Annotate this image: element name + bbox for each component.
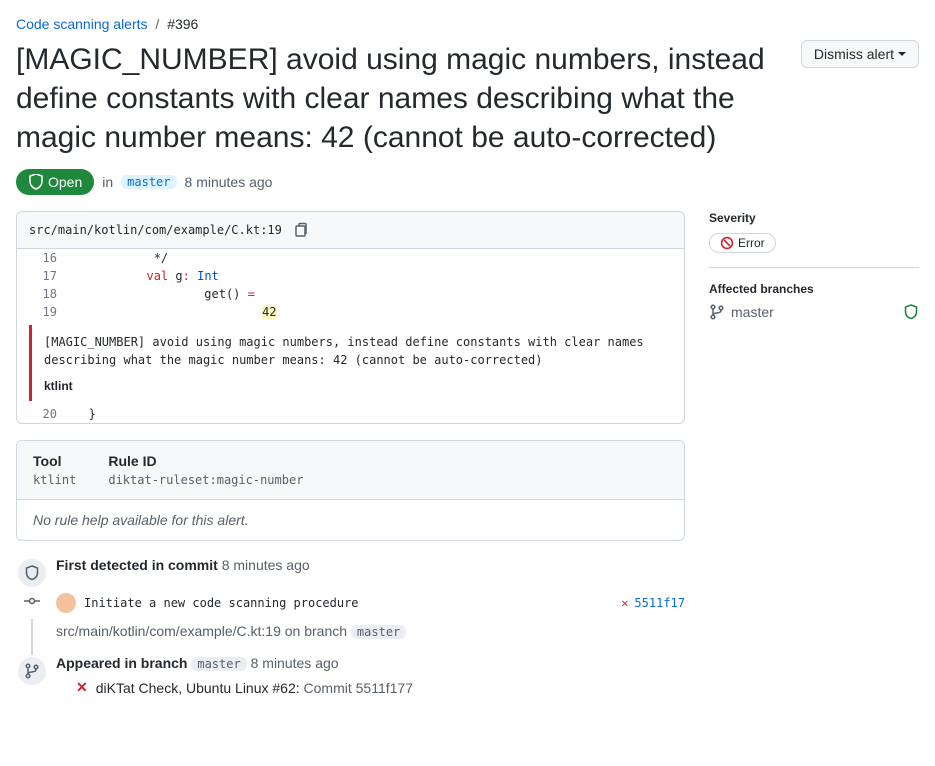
line-code: } [67,405,684,423]
x-icon[interactable]: ✕ [76,679,88,696]
line-number: 20 [17,405,67,423]
commit-file-path: src/main/kotlin/com/example/C.kt:19 [56,623,281,639]
affected-branches-section: Affected branches master [709,282,919,320]
status-branch-pill[interactable]: master [121,175,176,189]
first-detected-time: 8 minutes ago [222,557,310,573]
rule-col: Rule ID diktat-ruleset:magic-number [108,453,303,487]
line-number: 16 [17,249,67,267]
breadcrumb-separator: / [155,16,159,32]
status-time: 8 minutes ago [185,174,273,190]
severity-heading: Severity [709,211,919,225]
code-lines: 16 */17 val g: Int18 get() =19 42 [17,249,684,321]
dismiss-alert-label: Dismiss alert [814,46,894,62]
git-branch-icon [24,663,40,679]
rule-meta-row: Tool ktlint Rule ID diktat-ruleset:magic… [17,441,684,500]
rule-meta-panel: Tool ktlint Rule ID diktat-ruleset:magic… [16,440,685,541]
code-line: 19 42 [17,303,684,321]
inline-alert-message: [MAGIC_NUMBER] avoid using magic numbers… [29,325,672,401]
avatar[interactable] [56,593,76,613]
line-code: val g: Int [67,267,684,285]
commit-message[interactable]: Initiate a new code scanning procedure [84,596,613,610]
line-code: get() = [67,285,684,303]
severity-value: Error [738,236,765,250]
timeline: First detected in commit 8 minutes ago I… [16,557,685,696]
shield-icon [903,304,919,320]
affected-branch-name[interactable]: master [731,304,774,320]
breadcrumb-parent-link[interactable]: Code scanning alerts [16,16,148,32]
appeared-label: Appeared in branch [56,655,187,671]
sidebar: Severity Error Affected branches master [709,211,919,320]
shield-icon [28,174,44,190]
shield-icon [24,565,40,581]
commit-branch-pill[interactable]: master [351,625,406,639]
status-row: Open in master 8 minutes ago [16,169,919,195]
line-number: 19 [17,303,67,321]
commit-file-path-row: src/main/kotlin/com/example/C.kt:19 on b… [56,623,685,639]
code-lines-after: 20 } [17,405,684,423]
caret-down-icon [898,52,906,56]
rule-label: Rule ID [108,453,303,469]
commit-icon [24,593,40,609]
state-label: Open [48,174,82,190]
check-name[interactable]: diKTat Check, Ubuntu Linux #62: Commit 5… [96,680,413,696]
tool-value: ktlint [33,473,76,487]
copy-path-button[interactable] [290,220,310,240]
code-panel: src/main/kotlin/com/example/C.kt:19 16 *… [16,211,685,424]
file-path: src/main/kotlin/com/example/C.kt:19 [29,223,282,237]
copy-icon [292,222,308,238]
first-detected-label: First detected in commit [56,557,218,573]
alert-title: [MAGIC_NUMBER] avoid using magic numbers… [16,40,785,157]
breadcrumb: Code scanning alerts / #396 [16,16,919,32]
dismiss-alert-button[interactable]: Dismiss alert [801,40,919,68]
timeline-connector [31,619,33,655]
timeline-badge-commit [20,589,44,613]
code-line: 17 val g: Int [17,267,684,285]
code-line: 20 } [17,405,684,423]
line-code: 42 [67,303,684,321]
line-number: 17 [17,267,67,285]
affected-branches-heading: Affected branches [709,282,919,296]
timeline-badge-shield [16,557,48,589]
appeared-time: 8 minutes ago [251,655,339,671]
line-code: */ [67,249,684,267]
state-badge-open: Open [16,169,94,195]
appeared-branch-pill[interactable]: master [191,657,246,671]
affected-branch-row: master [709,304,919,320]
appeared-title-row: Appeared in branch master 8 minutes ago [56,655,685,671]
alert-message-text: [MAGIC_NUMBER] avoid using magic numbers… [44,333,660,369]
timeline-badge-branch [16,655,48,687]
x-icon[interactable]: ✕ [621,596,628,610]
rule-value: diktat-ruleset:magic-number [108,473,303,487]
timeline-appeared: Appeared in branch master 8 minutes ago … [16,655,685,696]
line-number: 18 [17,285,67,303]
check-row: ✕ diKTat Check, Ubuntu Linux #62: Commit… [56,679,685,696]
timeline-commit: Initiate a new code scanning procedure ✕… [16,589,685,639]
timeline-first-detected: First detected in commit 8 minutes ago [16,557,685,573]
stop-icon [720,236,734,250]
severity-section: Severity Error [709,211,919,268]
tool-col: Tool ktlint [33,453,76,487]
commit-sha-link[interactable]: 5511f17 [634,596,685,610]
code-panel-header: src/main/kotlin/com/example/C.kt:19 [17,212,684,249]
code-line: 18 get() = [17,285,684,303]
no-rule-help-text: No rule help available for this alert. [17,500,684,540]
tool-label: Tool [33,453,76,469]
git-branch-icon [709,304,725,320]
status-in-text: in [102,174,113,190]
commit-sha-group: ✕ 5511f17 [621,596,685,610]
severity-pill: Error [709,233,776,253]
code-line: 16 */ [17,249,684,267]
on-branch-text: on branch [285,623,347,639]
alert-tool-name: ktlint [44,379,660,393]
breadcrumb-current: #396 [167,16,198,32]
first-detected-title: First detected in commit 8 minutes ago [56,557,685,573]
